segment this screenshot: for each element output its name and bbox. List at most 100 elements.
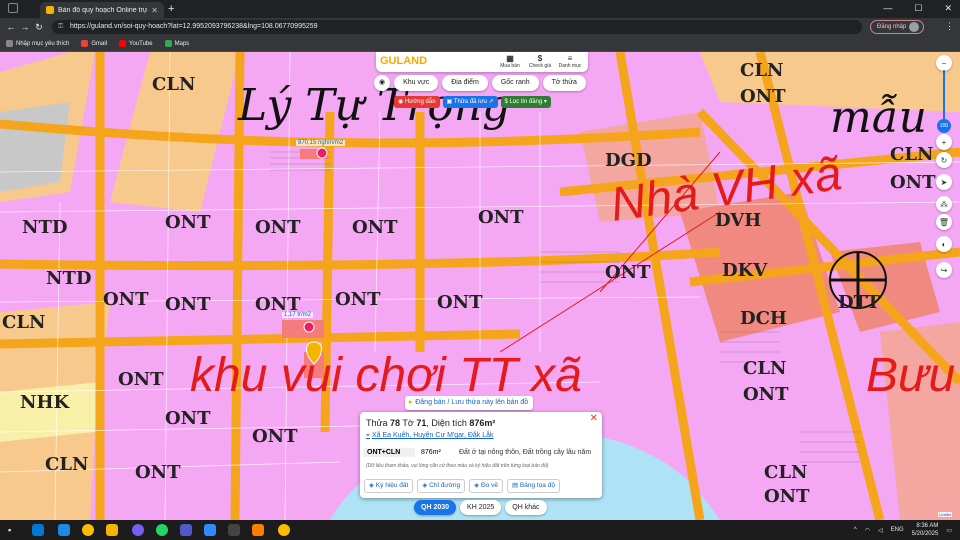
zone-label: CLN xyxy=(152,74,196,95)
chevron-up-icon[interactable]: ^ xyxy=(854,527,857,533)
parcel-location-link[interactable]: ⌖ Xã Ea Kuêh, Huyện Cư M'gar, Đắk Lắk xyxy=(366,432,494,440)
zoom-out-button[interactable]: − xyxy=(936,55,952,71)
leaflet-attribution[interactable]: Leaflet xyxy=(938,512,953,517)
zone-label: CLN xyxy=(45,454,89,475)
tab-kh-2025[interactable]: KH 2025 xyxy=(460,500,502,515)
bookmark-gmail[interactable]: Gmail xyxy=(81,40,107,47)
saved-parcels-button[interactable]: ▣ Thửa đã lưu ↗ xyxy=(442,96,498,108)
zone-label: NHK xyxy=(20,392,70,413)
filter-listings-button[interactable]: $ Lọc tin đăng ▾ xyxy=(500,96,551,108)
price-tag[interactable]: 870,15 nghìn/m2 xyxy=(296,140,346,146)
zone-row: ONT+CLN 876m² Đất ở tại nông thôn, Đất t… xyxy=(363,445,599,459)
guide-button[interactable]: ◉ Hướng dẫn xyxy=(394,96,440,108)
zone-label: ONT xyxy=(335,289,381,310)
zone-area: 876m² xyxy=(421,448,441,456)
tab-qh-other[interactable]: QH khác xyxy=(505,500,547,515)
close-window-icon[interactable]: ✕ xyxy=(944,3,952,14)
chrome-icon[interactable] xyxy=(82,524,94,536)
window-controls: — ☐ ✕ xyxy=(883,3,952,14)
filter-parcel[interactable]: Tờ thửa xyxy=(542,75,586,91)
widgets-icon[interactable]: ▪ xyxy=(8,525,11,535)
tool-catalog[interactable]: ≡ Danh mục xyxy=(556,54,584,69)
refresh-icon[interactable]: ↻ xyxy=(936,152,952,168)
my-location-icon[interactable]: ➤ xyxy=(936,174,952,190)
teams-icon[interactable] xyxy=(180,524,192,536)
price-tag[interactable]: 1,17 tr/m2 xyxy=(282,312,314,318)
volume-icon[interactable]: ◁ xyxy=(878,527,883,534)
bookmark-favorites[interactable]: Nhập mục yêu thích xyxy=(6,40,69,47)
chrome-icon-2[interactable] xyxy=(278,524,290,536)
browser-tab[interactable]: Bản đồ quy hoạch Online trực tuy ✕ xyxy=(40,2,164,18)
menu-icon: ≡ xyxy=(567,54,573,63)
more-menu-icon[interactable]: ⋮ xyxy=(945,21,954,32)
tab-qh-2030[interactable]: QH 2030 xyxy=(414,500,457,515)
bookmark-maps[interactable]: Maps xyxy=(164,40,189,47)
filter-corner[interactable]: Gốc ranh xyxy=(491,75,539,91)
share-nodes-icon[interactable]: ⁂ xyxy=(936,196,952,212)
share-icon[interactable]: ↪ xyxy=(936,262,952,278)
directions-button[interactable]: ◈ Chỉ đường xyxy=(417,479,466,493)
coordinates-table-button[interactable]: ▤ Bảng tọa độ xyxy=(506,479,560,493)
card-actions: ◈ Ký hiệu đất ◈ Chỉ đường ◈ Đo vẽ ▤ Bảng… xyxy=(364,479,560,493)
location-pin-icon: ⌖ xyxy=(366,432,370,439)
network-icon[interactable]: ◠ xyxy=(865,527,870,534)
login-label: Đăng nhập xyxy=(877,24,907,30)
zoom-in-button[interactable]: + xyxy=(936,134,952,150)
tool-buy-sell[interactable]: ▦ Mua bán xyxy=(496,54,524,69)
locate-icon[interactable]: ◉ xyxy=(374,75,391,91)
zone-label: ONT xyxy=(255,217,301,238)
maximize-icon[interactable]: ☐ xyxy=(914,3,922,14)
palette-icon[interactable]: ◐ xyxy=(936,236,952,252)
system-tray: ^ ◠ ◁ ENG 8:36 AM 5/20/2025 ▭ xyxy=(854,522,952,538)
bookmark-youtube[interactable]: YouTube xyxy=(119,40,153,47)
clock[interactable]: 8:36 AM 5/20/2025 xyxy=(912,522,939,538)
language-indicator[interactable]: ENG xyxy=(891,527,904,533)
parcel-title: Thửa 78 Tờ 71, Diện tích 876m² xyxy=(366,418,496,428)
explorer-icon[interactable] xyxy=(106,524,118,536)
filter-area[interactable]: Khu vực xyxy=(394,75,439,91)
building-icon: ▦ xyxy=(506,54,514,63)
guland-favicon-icon xyxy=(46,6,54,14)
zone-label: ONT xyxy=(252,426,298,447)
land-symbols-button[interactable]: ◈ Ký hiệu đất xyxy=(364,479,414,493)
zone-label: ONT xyxy=(437,292,483,313)
zone-label: DKV xyxy=(722,260,768,281)
bookmarks-bar: Nhập mục yêu thích Gmail YouTube Maps xyxy=(0,36,960,52)
browser-tab-strip: Bản đồ quy hoạch Online trực tuy ✕ + — ☐… xyxy=(0,0,960,18)
tool-check-price[interactable]: $ Check giá xyxy=(526,54,554,69)
forward-icon[interactable]: → xyxy=(18,22,32,32)
back-icon[interactable]: ← xyxy=(4,22,18,32)
login-button[interactable]: Đăng nhập xyxy=(870,20,925,34)
post-parcel-button[interactable]: ● Đăng bán / Lưu thửa này lên bản đồ xyxy=(405,396,534,410)
illustrator-icon[interactable] xyxy=(252,524,264,536)
url-text: https://guland.vn/soi-quy-hoach?lat=12.9… xyxy=(70,23,318,30)
app-icon[interactable] xyxy=(228,524,240,536)
zoom-icon[interactable] xyxy=(204,524,216,536)
zone-label: ONT xyxy=(740,86,786,107)
tab-search-icon[interactable] xyxy=(8,3,18,13)
notifications-icon[interactable]: ▭ xyxy=(946,527,952,534)
zone-label: ONT xyxy=(165,212,211,233)
edge-icon[interactable] xyxy=(58,524,70,536)
measure-button[interactable]: ◈ Đo vẽ xyxy=(469,479,503,493)
site-info-icon[interactable]: ⚿ xyxy=(58,20,63,34)
trash-icon[interactable]: 🗑 xyxy=(936,214,952,230)
tab-close-icon[interactable]: ✕ xyxy=(151,6,158,15)
zone-label: ONT xyxy=(605,262,651,283)
filter-bar: ◉ Khu vực Địa điểm Gốc ranh Tờ thửa xyxy=(374,75,586,91)
disclaimer-note: (Dữ liệu tham khảo, vui lòng căn cứ theo… xyxy=(366,463,549,469)
sheet-number: 71 xyxy=(416,418,427,428)
dollar-icon: $ xyxy=(537,54,543,63)
filter-place[interactable]: Địa điểm xyxy=(442,75,488,91)
address-bar[interactable]: ⚿ https://guland.vn/soi-quy-hoach?lat=12… xyxy=(52,20,862,34)
minimize-icon[interactable]: — xyxy=(883,3,892,14)
viber-icon[interactable] xyxy=(132,524,144,536)
whatsapp-icon[interactable] xyxy=(156,524,168,536)
zone-description: Đất ở tại nông thôn, Đất trồng cây lâu n… xyxy=(459,448,592,456)
new-tab-button[interactable]: + xyxy=(168,3,174,15)
start-icon[interactable] xyxy=(32,524,44,536)
reload-icon[interactable]: ↻ xyxy=(32,22,46,33)
close-icon[interactable]: ✕ xyxy=(590,413,598,424)
guland-logo[interactable]: GULAND xyxy=(380,55,427,67)
windows-taskbar: ▪ ^ ◠ ◁ ENG 8:36 AM 5/20/2025 ▭ xyxy=(0,520,960,540)
